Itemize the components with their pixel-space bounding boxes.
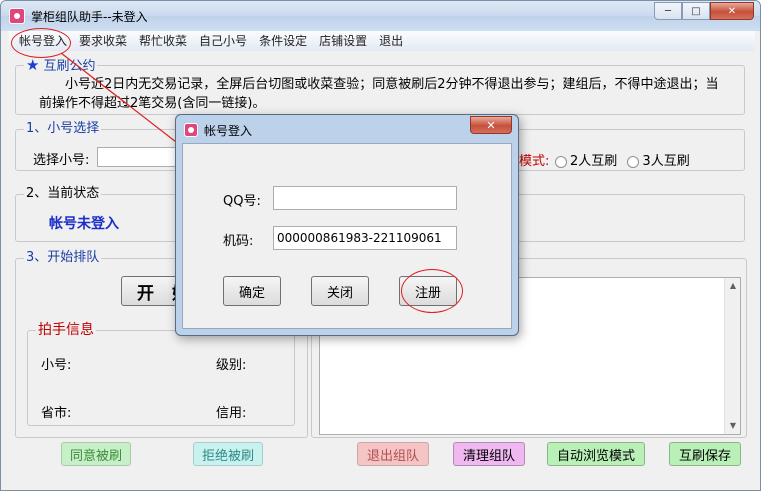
- notice-title: 互刷公约: [43, 59, 96, 74]
- select-account-dropdown[interactable]: [97, 147, 187, 167]
- section3-title: 3、开始排队: [24, 250, 102, 265]
- menu-bar: 帐号登入 要求收菜 帮忙收菜 自己小号 条件设定 店铺设置 退出: [9, 31, 755, 51]
- annotation-circle-register: [401, 269, 463, 313]
- menu-item-exit[interactable]: 退出: [373, 31, 409, 51]
- radio-3-person-label: 3人互刷: [642, 154, 690, 169]
- mode-label: 模式:: [519, 154, 550, 169]
- star-icon: ★: [26, 56, 40, 74]
- app-icon: [9, 8, 25, 24]
- quit-team-button[interactable]: 退出组队: [357, 442, 429, 466]
- clear-team-button[interactable]: 清理组队: [453, 442, 525, 466]
- radio-2-person[interactable]: [555, 155, 567, 168]
- dialog-title: 帐号登入: [204, 124, 253, 138]
- login-dialog: 帐号登入 ✕ QQ号: 机码: 000000861983-221109061 确…: [175, 114, 519, 336]
- partner-level-label: 级别:: [216, 358, 247, 373]
- menu-item-help-harvest[interactable]: 帮忙收菜: [133, 31, 193, 51]
- menu-item-request-harvest[interactable]: 要求收菜: [73, 31, 133, 51]
- annotation-circle-menu: [11, 28, 71, 58]
- minimize-button[interactable]: ─: [654, 2, 682, 20]
- close-button[interactable]: ✕: [710, 2, 754, 20]
- login-status: 帐号未登入: [49, 216, 119, 232]
- save-brush-button[interactable]: 互刷保存: [669, 442, 741, 466]
- machine-code-input[interactable]: 000000861983-221109061: [273, 226, 457, 250]
- partner-account-label: 小号:: [41, 358, 72, 373]
- scroll-down-icon[interactable]: ▼: [725, 418, 741, 434]
- agree-brush-button[interactable]: 同意被刷: [61, 442, 131, 466]
- log-scrollbar[interactable]: ▲ ▼: [724, 278, 740, 434]
- qq-label: QQ号:: [223, 194, 261, 209]
- radio-3-person[interactable]: [627, 155, 640, 168]
- partner-title: 拍手信息: [36, 322, 96, 338]
- maximize-button[interactable]: □: [682, 2, 710, 20]
- partner-credit-label: 信用:: [216, 406, 247, 421]
- window-title: 掌柜组队助手--未登入: [31, 10, 148, 24]
- scroll-up-icon[interactable]: ▲: [725, 278, 741, 294]
- partner-province-label: 省市:: [41, 406, 72, 421]
- dialog-close-button[interactable]: ✕: [470, 116, 512, 134]
- title-bar: 掌柜组队助手--未登入 ─ □ ✕: [1, 1, 760, 31]
- section1-title: 1、小号选择: [24, 121, 102, 136]
- dialog-app-icon: [184, 123, 198, 137]
- dialog-body: QQ号: 机码: 000000861983-221109061 确定 关闭 注册: [182, 143, 512, 329]
- dialog-cancel-button[interactable]: 关闭: [311, 276, 369, 306]
- menu-item-shop-settings[interactable]: 店铺设置: [313, 31, 373, 51]
- section2-title: 2、当前状态: [24, 186, 102, 201]
- select-account-label: 选择小号:: [33, 153, 90, 168]
- menu-item-own-accounts[interactable]: 自己小号: [193, 31, 253, 51]
- radio-2-person-label: 2人互刷: [570, 154, 618, 169]
- reject-brush-button[interactable]: 拒绝被刷: [193, 442, 263, 466]
- auto-browse-button[interactable]: 自动浏览模式: [547, 442, 645, 466]
- machine-code-label: 机码:: [223, 234, 254, 249]
- main-window: 掌柜组队助手--未登入 ─ □ ✕ 帐号登入 要求收菜 帮忙收菜 自己小号 条件…: [0, 0, 761, 491]
- notice-text: 小号近2日内无交易记录，全屏后台切图或收菜查验；同意被刷后2分钟不得退出参与；建…: [39, 77, 719, 111]
- qq-input[interactable]: [273, 186, 457, 210]
- menu-item-conditions[interactable]: 条件设定: [253, 31, 313, 51]
- ok-button[interactable]: 确定: [223, 276, 281, 306]
